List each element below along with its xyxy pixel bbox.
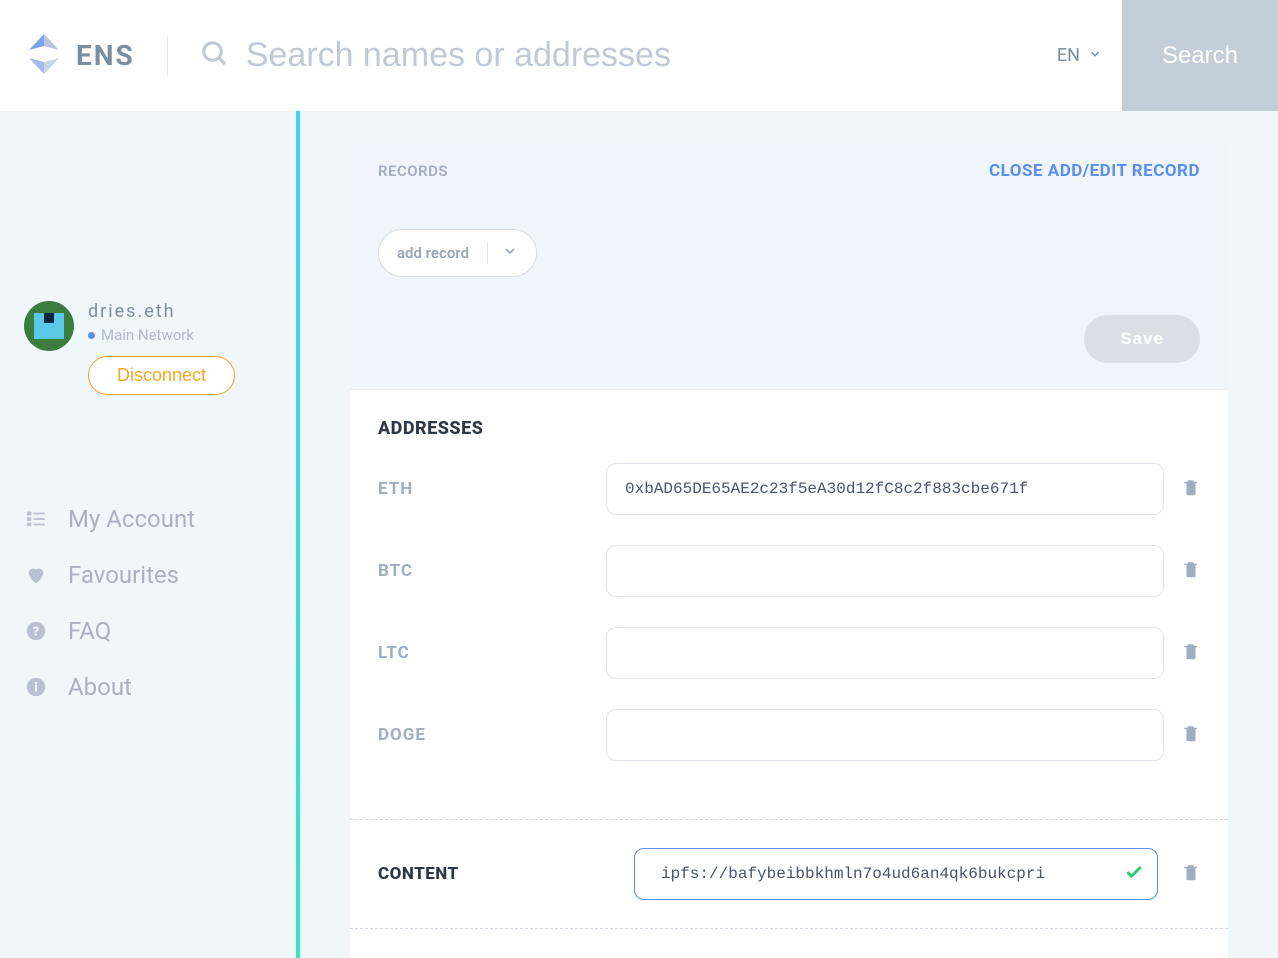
search-icon [200,39,230,73]
content: RECORDS CLOSE ADD/EDIT RECORD add record… [300,111,1278,958]
address-row-ltc: LTC [378,627,1200,679]
ens-logo-icon [24,32,64,80]
dropdown-separator [487,242,488,264]
row-label: ETH [378,479,588,499]
header: ENS EN Search [0,0,1278,111]
sidebar: dries.eth Main Network Disconnect My Acc… [0,111,300,958]
profile: dries.eth Main Network Disconnect [24,301,280,395]
nav-label: Favourites [68,561,179,589]
nav-label: FAQ [68,617,111,645]
nav: My Account Favourites ? FAQ i About [24,505,280,701]
network-label: Main Network [101,326,194,344]
doge-input[interactable] [606,709,1164,761]
info-icon: i [24,675,48,699]
logo-text: ENS [76,39,135,72]
chevron-down-icon [1088,45,1102,66]
records-label: RECORDS [378,162,448,180]
divider [167,36,168,76]
row-label: LTC [378,643,588,663]
profile-name: dries.eth [88,301,235,322]
network-status: Main Network [88,326,235,344]
save-button[interactable]: Save [1084,315,1200,363]
save-row: Save [350,315,1228,389]
content-input[interactable] [634,848,1158,900]
content-section: CONTENT [350,819,1228,928]
content-row: CONTENT [378,848,1200,900]
avatar[interactable] [24,301,74,351]
address-row-btc: BTC [378,545,1200,597]
chevron-down-icon [502,243,518,263]
nav-about[interactable]: i About [24,673,280,701]
content-input-wrap [634,848,1158,900]
row-label: DOGE [378,725,588,745]
question-icon: ? [24,619,48,643]
language-label: EN [1057,45,1080,66]
search-input[interactable] [246,36,1057,75]
btc-input[interactable] [606,545,1164,597]
dropdown-label: add record [397,244,469,262]
address-row-eth: ETH [378,463,1200,515]
add-record-dropdown[interactable]: add record [378,229,537,277]
nav-faq[interactable]: ? FAQ [24,617,280,645]
logo[interactable]: ENS [24,32,135,80]
nav-my-account[interactable]: My Account [24,505,280,533]
section-spacer [350,928,1228,958]
trash-icon[interactable] [1182,641,1200,665]
profile-info: dries.eth Main Network Disconnect [88,301,235,395]
ltc-input[interactable] [606,627,1164,679]
card-header: RECORDS CLOSE ADD/EDIT RECORD [350,137,1228,181]
check-icon [1124,862,1144,886]
language-selector[interactable]: EN [1057,45,1102,66]
trash-icon[interactable] [1182,477,1200,501]
trash-icon[interactable] [1182,862,1200,886]
trash-icon[interactable] [1182,723,1200,747]
search-wrap [200,36,1057,75]
section-title: ADDRESSES [378,418,1200,439]
addresses-section: ADDRESSES ETH BTC LTC DOGE [350,389,1228,819]
eth-input[interactable] [606,463,1164,515]
nav-favourites[interactable]: Favourites [24,561,280,589]
content-label: CONTENT [378,864,610,884]
search-button[interactable]: Search [1122,0,1278,111]
nav-label: About [68,673,132,701]
network-dot-icon [88,332,95,339]
main: dries.eth Main Network Disconnect My Acc… [0,111,1278,958]
address-row-doge: DOGE [378,709,1200,761]
svg-text:i: i [34,681,37,696]
heart-icon [24,563,48,587]
row-label: BTC [378,561,588,581]
close-add-edit-link[interactable]: CLOSE ADD/EDIT RECORD [989,161,1200,181]
disconnect-button[interactable]: Disconnect [88,356,235,395]
trash-icon[interactable] [1182,559,1200,583]
list-icon [24,507,48,531]
records-card: RECORDS CLOSE ADD/EDIT RECORD add record… [350,137,1228,958]
svg-text:?: ? [33,625,39,640]
nav-label: My Account [68,505,195,533]
